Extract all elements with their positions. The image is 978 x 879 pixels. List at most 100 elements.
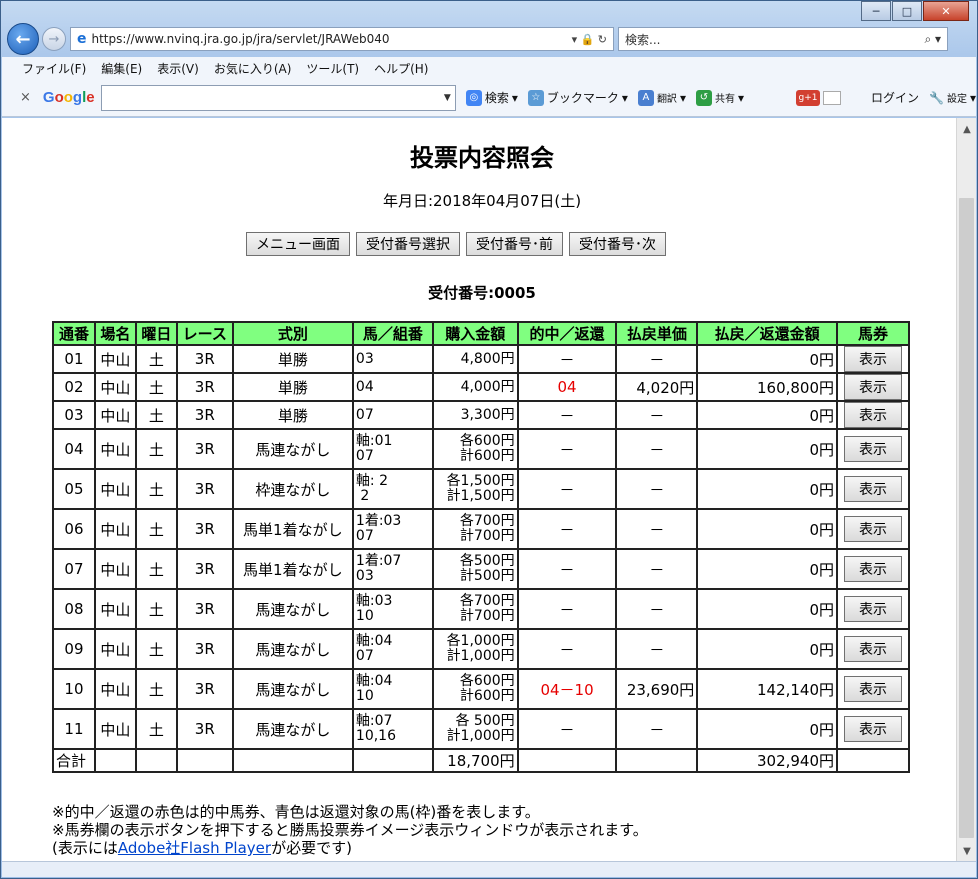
scroll-up-icon[interactable]: ▲ [957, 120, 977, 138]
scroll-thumb[interactable] [959, 198, 974, 838]
show-ticket-button[interactable]: 表示 [844, 374, 902, 400]
empty-cell [134, 748, 178, 773]
combo-line-1: 軸:03 [355, 593, 393, 609]
page-content: 投票内容照会 年月日:2018年04月07日(土) メニュー画面 受付番号選択 … [2, 118, 956, 862]
settings-label: 設定 [946, 94, 967, 105]
row-race: 3R [175, 628, 234, 670]
chevron-down-icon[interactable]: ▼ [444, 93, 451, 103]
row-race: 3R [175, 548, 234, 590]
window-controls: ─ □ ✕ [860, 1, 969, 21]
google-search-input[interactable]: ▼ [100, 84, 456, 111]
header-cell: レース [175, 321, 234, 346]
show-ticket-button[interactable]: 表示 [844, 402, 902, 428]
amount-line-2: 計500円 [459, 568, 515, 584]
table-row: 04 中山土 3R 馬連ながし 軸:01 07 各600円 計600円－－ 0円 表示 [52, 428, 910, 470]
share-label: 共有 [714, 94, 735, 105]
search-placeholder[interactable]: 検索... [625, 31, 924, 48]
row-amount: 各700円 計700円 [431, 508, 519, 550]
row-bet-type: 馬単1着ながし [231, 548, 354, 590]
address-actions-icon[interactable]: ▾ 🔒 ↻ [572, 33, 607, 46]
row-hit: － [516, 708, 618, 750]
flash-player-link[interactable]: Adobe社Flash Player [118, 839, 271, 857]
menu-tools[interactable]: ツール(T) [306, 60, 359, 77]
back-arrow-icon: ← [15, 28, 31, 50]
row-number: 10 [52, 668, 96, 710]
row-combo: 1着:03 07 [351, 508, 434, 550]
row-unit-payout: － [615, 708, 699, 750]
row-hit: － [516, 344, 618, 374]
search-icon[interactable]: ⌕ ▾ [924, 32, 941, 47]
menu-view[interactable]: 表示(V) [157, 60, 199, 77]
search-box[interactable]: 検索... ⌕ ▾ [618, 27, 948, 51]
row-number: 04 [52, 428, 96, 470]
amount-line-1: 各600円 [459, 433, 515, 449]
scroll-down-icon[interactable]: ▼ [957, 842, 977, 860]
empty-cell [516, 748, 618, 773]
toolbar-close-icon[interactable]: × [20, 90, 31, 105]
maximize-button[interactable]: □ [892, 1, 922, 21]
show-ticket-button[interactable]: 表示 [844, 436, 902, 462]
show-ticket-button[interactable]: 表示 [844, 636, 902, 662]
settings-button[interactable]: 🔧 設定 ▾ [929, 90, 976, 106]
row-bet-type: 単勝 [231, 344, 354, 374]
amount-line-2: 計1,500円 [446, 488, 515, 504]
empty-cell [93, 748, 137, 773]
login-button[interactable]: ログイン [871, 89, 919, 106]
navigation-bar: ← → e https://www.nvinq.jra.go.jp/jra/se… [7, 23, 971, 55]
amount-line-2: 計600円 [459, 688, 515, 704]
share-button[interactable]: ↺ 共有 ▾ [695, 89, 744, 106]
row-day: 土 [134, 548, 178, 590]
show-ticket-button[interactable]: 表示 [844, 596, 902, 622]
translate-button[interactable]: A 翻訳 ▾ [637, 89, 686, 106]
menu-file[interactable]: ファイル(F) [22, 60, 86, 77]
row-place: 中山 [93, 548, 137, 590]
show-ticket-button[interactable]: 表示 [844, 676, 902, 702]
row-bet-type: 馬連ながし [231, 428, 354, 470]
menu-help[interactable]: ヘルプ(H) [374, 60, 428, 77]
row-bet-type: 馬連ながし [231, 708, 354, 750]
address-url[interactable]: https://www.nvinq.jra.go.jp/jra/servlet/… [92, 32, 566, 46]
prev-receipt-button[interactable]: 受付番号･前 [466, 232, 563, 256]
gplus-button[interactable]: g+1 [796, 89, 841, 106]
close-button[interactable]: ✕ [923, 1, 969, 21]
row-amount: 各 500円 計1,000円 [431, 708, 519, 750]
row-hit: － [516, 468, 618, 510]
menu-favorites[interactable]: お気に入り(A) [214, 60, 292, 77]
amount-line-1: 各1,500円 [446, 473, 515, 489]
row-payout: 0円 [696, 548, 839, 590]
row-number: 09 [52, 628, 96, 670]
table-row: 10 中山土 3R 馬連ながし 軸:04 10 各600円 計600円 04－10 23,690円… [52, 668, 910, 710]
combo-line-2: 07 [355, 528, 374, 544]
table-row: 06 中山土 3R 馬単1着ながし 1着:03 07 各700円 計700円－－ 0円 表示 [52, 508, 910, 550]
amount-line-1: 各700円 [459, 593, 515, 609]
show-ticket-button[interactable]: 表示 [844, 476, 902, 502]
row-bet-type: 単勝 [231, 372, 354, 402]
menu-edit[interactable]: 編集(E) [101, 60, 142, 77]
next-receipt-button[interactable]: 受付番号･次 [569, 232, 666, 256]
row-ticket: 表示 [836, 668, 910, 710]
bookmark-button[interactable]: ☆ ブックマーク ▾ [527, 89, 628, 106]
combo-line-1: 04 [355, 378, 374, 395]
minimize-button[interactable]: ─ [861, 1, 891, 21]
show-ticket-button[interactable]: 表示 [844, 556, 902, 582]
show-ticket-button[interactable]: 表示 [844, 516, 902, 542]
row-combo: 軸:04 10 [351, 668, 434, 710]
browser-window: ─ □ ✕ ← → e https://www.nvinq.jra.go.jp/… [0, 0, 978, 879]
row-amount: 各600円 計600円 [431, 668, 519, 710]
vertical-scrollbar[interactable]: ▲ ▼ [956, 118, 976, 862]
show-ticket-button[interactable]: 表示 [844, 346, 902, 372]
forward-button[interactable]: → [42, 27, 66, 51]
address-bar[interactable]: e https://www.nvinq.jra.go.jp/jra/servle… [70, 27, 614, 51]
row-place: 中山 [93, 372, 137, 402]
total-amount: 18,700円 [431, 748, 519, 773]
show-ticket-button[interactable]: 表示 [844, 716, 902, 742]
select-receipt-button[interactable]: 受付番号選択 [356, 232, 460, 256]
row-hit: － [516, 400, 618, 430]
table-row: 01 中山土 3R 単勝 03 4,800円－－ 0円 表示 [52, 344, 910, 374]
google-search-button[interactable]: ◎ 検索 ▾ [465, 89, 518, 106]
back-button[interactable]: ← [7, 23, 39, 55]
menu-screen-button[interactable]: メニュー画面 [246, 232, 350, 256]
row-bet-type: 馬連ながし [231, 628, 354, 670]
row-bet-type: 馬連ながし [231, 588, 354, 630]
row-race: 3R [175, 400, 234, 430]
